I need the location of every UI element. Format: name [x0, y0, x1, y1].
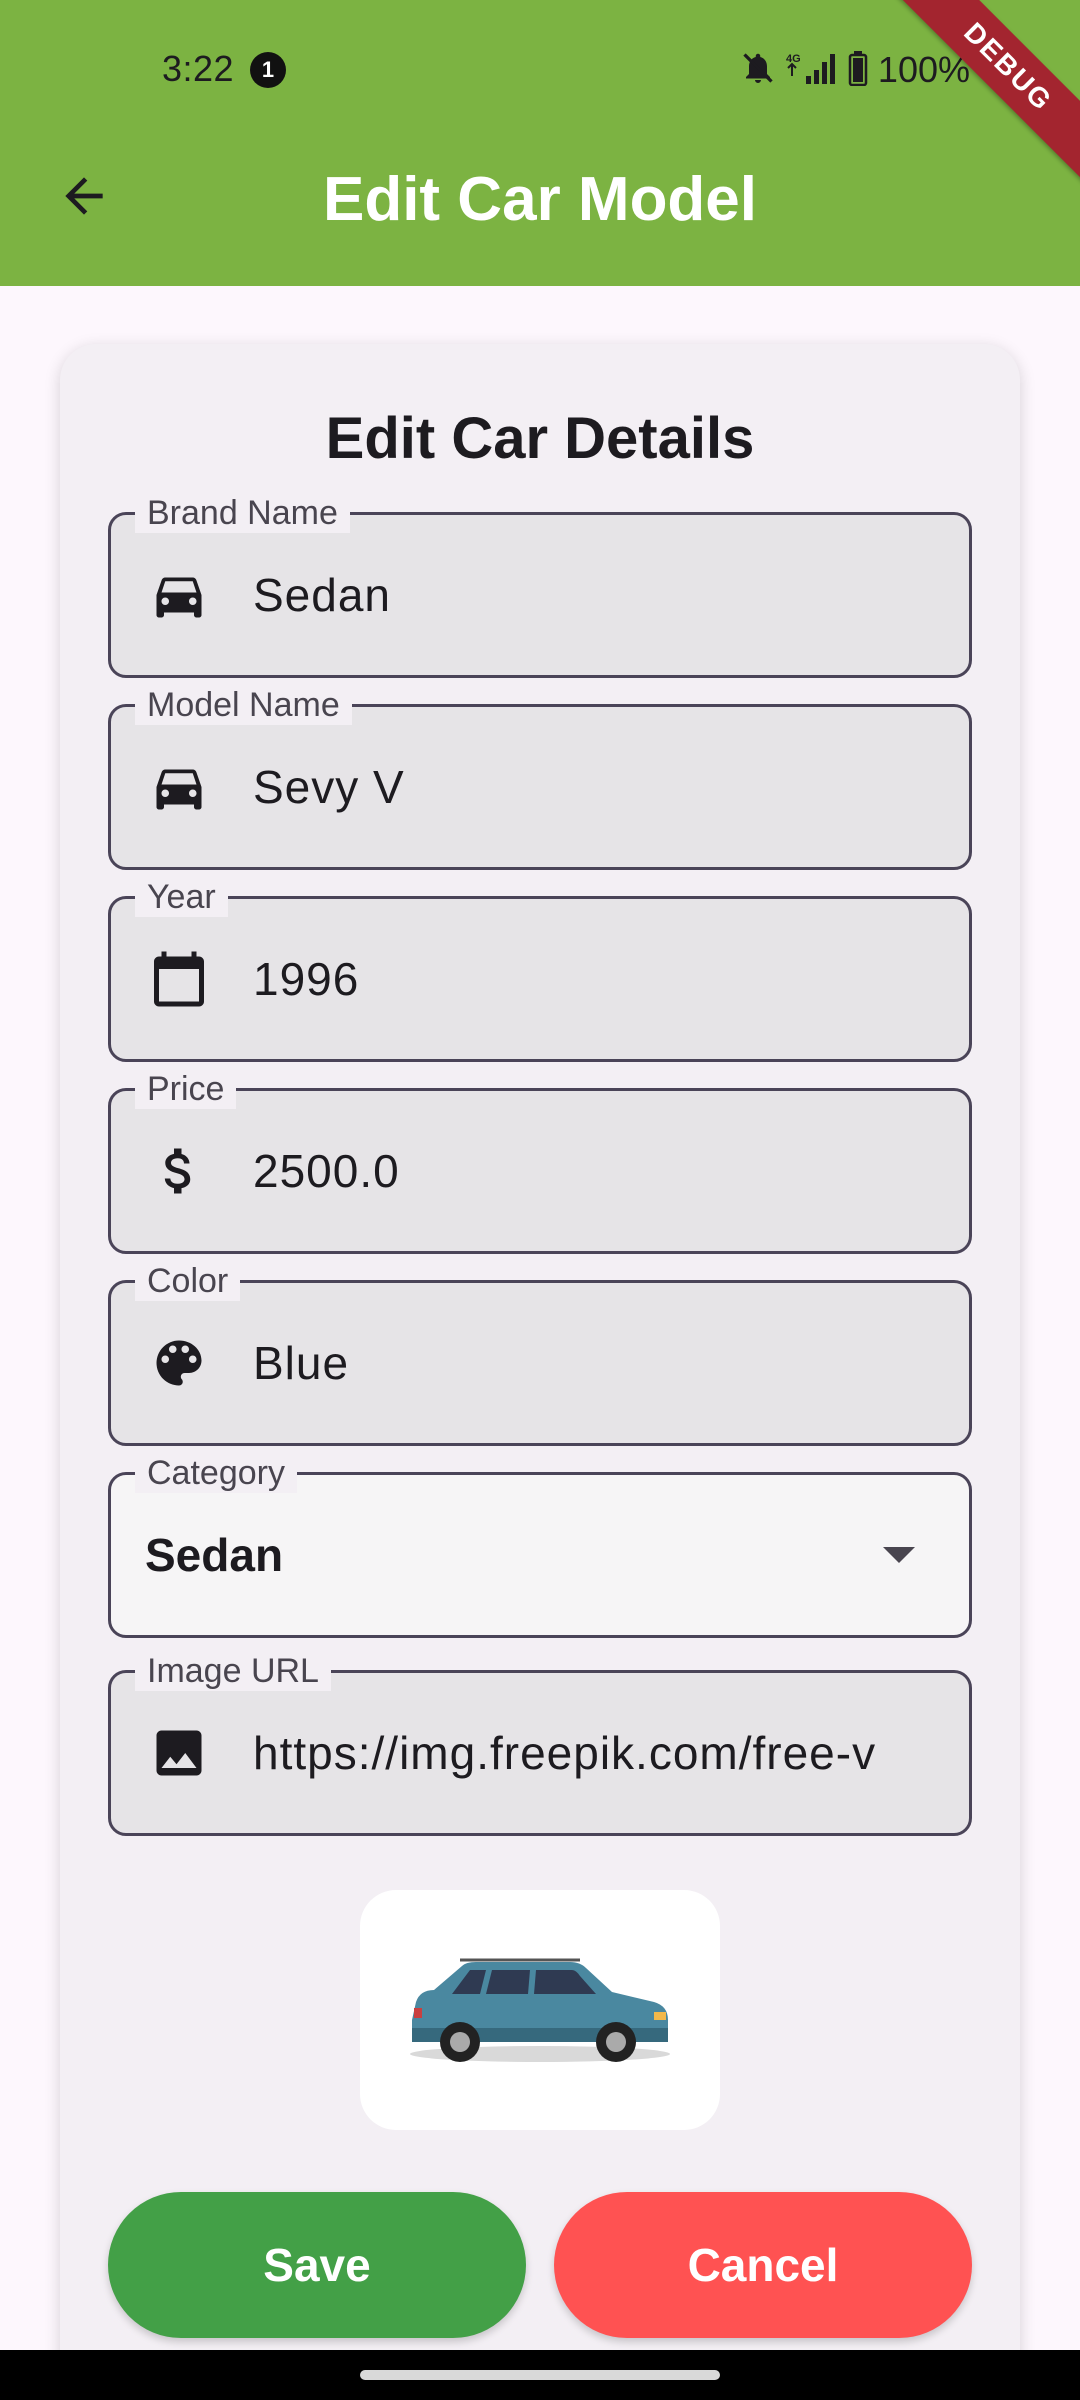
notification-badge: 1 [250, 52, 286, 88]
image-url-label: Image URL [135, 1651, 331, 1691]
battery-percentage: 100% [877, 49, 970, 90]
dollar-icon [147, 1139, 211, 1203]
status-time: 3:22 [162, 48, 235, 89]
price-field[interactable]: Price 2500.0 [108, 1069, 972, 1254]
save-button[interactable]: Save [108, 2192, 526, 2338]
palette-icon [147, 1331, 211, 1395]
battery-icon [848, 50, 868, 91]
status-icons: 4G 100% [740, 49, 970, 91]
model-name-input[interactable]: Sevy V [253, 760, 933, 814]
home-gesture-handle[interactable] [360, 2370, 720, 2380]
brand-name-input[interactable]: Sedan [253, 568, 933, 622]
price-input[interactable]: 2500.0 [253, 1144, 933, 1198]
image-url-field[interactable]: Image URL https://img.freepik.com/free-v [108, 1651, 972, 1836]
color-field[interactable]: Color Blue [108, 1261, 972, 1446]
form-title: Edit Car Details [325, 406, 755, 471]
mute-icon [740, 50, 776, 91]
calendar-icon [147, 947, 211, 1011]
image-icon [147, 1721, 211, 1785]
status-bar: 3:22 1 4G 100% [0, 0, 1080, 140]
app-bar: 3:22 1 4G 100% Edit Car Model DEBUG [0, 0, 1080, 286]
edit-car-card: Edit Car Details Brand Name Sedan Model … [60, 344, 1020, 2400]
brand-name-label: Brand Name [135, 493, 350, 533]
model-name-field[interactable]: Model Name Sevy V [108, 685, 972, 870]
car-image-preview [360, 1890, 720, 2130]
price-label: Price [135, 1069, 237, 1109]
category-selected-value: Sedan [145, 1529, 284, 1581]
year-label: Year [135, 877, 228, 917]
brand-name-field[interactable]: Brand Name Sedan [108, 493, 972, 678]
model-name-label: Model Name [135, 685, 352, 725]
car-icon [147, 755, 211, 819]
cancel-button[interactable]: Cancel [554, 2192, 972, 2338]
category-dropdown[interactable]: Category Sedan [108, 1453, 972, 1638]
dropdown-arrow-icon [883, 1547, 915, 1563]
car-icon [147, 563, 211, 627]
category-label: Category [135, 1453, 297, 1493]
image-url-input[interactable]: https://img.freepik.com/free-v [253, 1726, 933, 1780]
signal-4g-icon: 4G [786, 50, 838, 91]
page-title: Edit Car Model [322, 165, 758, 234]
svg-text:4G: 4G [786, 53, 801, 65]
color-input[interactable]: Blue [253, 1336, 933, 1390]
year-input[interactable]: 1996 [253, 952, 933, 1006]
year-field[interactable]: Year 1996 [108, 877, 972, 1062]
color-label: Color [135, 1261, 241, 1301]
blue-suv-car-image [410, 1958, 670, 2062]
system-nav-bar [0, 2350, 1080, 2400]
